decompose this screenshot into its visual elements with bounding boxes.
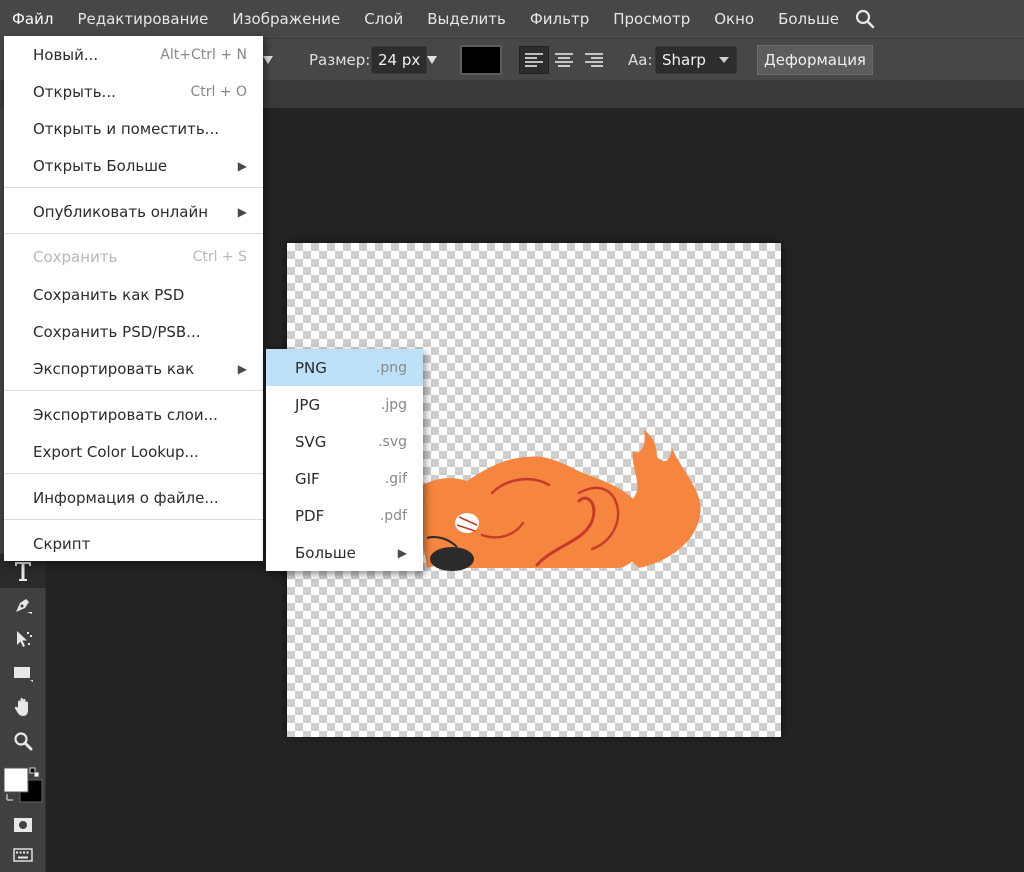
menu-divider — [4, 519, 263, 520]
format-label: JPG — [295, 395, 321, 414]
format-extension: .png — [375, 359, 407, 376]
menu-more[interactable]: Больше — [766, 0, 851, 38]
menu-window[interactable]: Окно — [702, 0, 766, 38]
size-value: 24 px — [378, 51, 421, 69]
menu-item-label: Сохранить PSD/PSB... — [33, 322, 201, 341]
menu-image[interactable]: Изображение — [220, 0, 352, 38]
format-label: GIF — [295, 469, 320, 488]
antialias-select[interactable]: Sharp — [655, 46, 737, 74]
menu-view[interactable]: Просмотр — [601, 0, 702, 38]
format-label: SVG — [295, 432, 327, 451]
submenu-arrow-icon: ▶ — [397, 545, 407, 560]
path-select-icon[interactable] — [0, 622, 46, 656]
pen-tool-icon[interactable] — [0, 588, 46, 622]
search-icon[interactable] — [853, 0, 877, 38]
size-label: Размер: — [309, 51, 371, 69]
export-jpg[interactable]: JPG .jpg — [266, 386, 423, 423]
align-right-icon[interactable] — [579, 46, 609, 74]
menu-item-file-info[interactable]: Информация о файле... — [4, 479, 263, 516]
format-extension: .pdf — [379, 507, 407, 524]
submenu-arrow-icon: ▶ — [237, 204, 247, 219]
export-as-submenu: PNG .png JPG .jpg SVG .svg GIF .gif PDF … — [266, 349, 423, 571]
antialias-label: Aa: — [628, 51, 653, 69]
submenu-arrow-icon: ▶ — [237, 361, 247, 376]
menu-item-save-as-psd[interactable]: Сохранить как PSD — [4, 276, 263, 313]
keyboard-icon[interactable] — [0, 838, 46, 872]
menu-item-script[interactable]: Скрипт — [4, 525, 263, 562]
menu-item-export-as[interactable]: Экспортировать как ▶ — [4, 350, 263, 387]
menu-item-save-psd-psb[interactable]: Сохранить PSD/PSB... — [4, 313, 263, 350]
menu-divider — [4, 187, 263, 188]
hand-tool-icon[interactable] — [0, 690, 46, 724]
menu-layer[interactable]: Слой — [352, 0, 415, 38]
zoom-tool-icon[interactable] — [0, 724, 46, 758]
export-gif[interactable]: GIF .gif — [266, 460, 423, 497]
menu-select[interactable]: Выделить — [415, 0, 518, 38]
quick-mask-icon[interactable] — [0, 808, 46, 842]
format-extension: .gif — [384, 470, 407, 487]
menu-item-label: Открыть Больше — [33, 156, 168, 175]
rectangle-tool-icon[interactable] — [0, 656, 46, 690]
menu-edit[interactable]: Редактирование — [65, 0, 220, 38]
menu-item-shortcut: Ctrl + O — [190, 83, 247, 100]
menu-item-label: Сохранить как PSD — [33, 285, 185, 304]
format-label: PNG — [295, 358, 327, 377]
size-dropdown-arrow-icon[interactable] — [426, 39, 438, 81]
menu-item-label: Сохранить — [33, 247, 118, 266]
menu-item-open-and-place[interactable]: Открыть и поместить... — [4, 110, 263, 147]
file-menu: Новый... Alt+Ctrl + N Открыть... Ctrl + … — [4, 36, 263, 561]
menu-divider — [4, 390, 263, 391]
menu-item-export-color-lookup[interactable]: Export Color Lookup... — [4, 433, 263, 470]
export-png[interactable]: PNG .png — [266, 349, 423, 386]
antialias-value: Sharp — [662, 51, 706, 69]
export-pdf[interactable]: PDF .pdf — [266, 497, 423, 534]
menu-item-export-layers[interactable]: Экспортировать слои... — [4, 396, 263, 433]
export-svg[interactable]: SVG .svg — [266, 423, 423, 460]
menu-item-shortcut: Ctrl + S — [192, 248, 247, 265]
squirrel-body — [416, 430, 701, 571]
menu-item-publish-online[interactable]: Опубликовать онлайн ▶ — [4, 193, 263, 230]
menu-item-open-more[interactable]: Открыть Больше ▶ — [4, 147, 263, 184]
submenu-arrow-icon: ▶ — [237, 158, 247, 173]
menu-filter[interactable]: Фильтр — [518, 0, 601, 38]
format-extension: .jpg — [380, 396, 407, 413]
color-swatches[interactable] — [3, 766, 46, 808]
menu-item-label: Экспортировать как — [33, 359, 195, 378]
menu-item-shortcut: Alt+Ctrl + N — [160, 46, 247, 63]
menu-item-label: Скрипт — [33, 534, 91, 553]
menu-item-open[interactable]: Открыть... Ctrl + O — [4, 73, 263, 110]
menu-item-save: Сохранить Ctrl + S — [4, 238, 263, 275]
menubar: Файл Редактирование Изображение Слой Выд… — [0, 0, 1024, 38]
font-dropdown-arrow-icon[interactable] — [262, 39, 274, 81]
menu-item-label: Открыть и поместить... — [33, 119, 219, 138]
chevron-down-icon — [719, 57, 729, 63]
format-extension: .svg — [378, 433, 407, 450]
text-color-swatch[interactable] — [460, 45, 502, 75]
menu-divider — [4, 233, 263, 234]
format-label: Больше — [295, 543, 356, 562]
menu-item-new[interactable]: Новый... Alt+Ctrl + N — [4, 36, 263, 73]
menu-item-label: Открыть... — [33, 82, 116, 101]
menu-item-label: Export Color Lookup... — [33, 442, 199, 461]
format-label: PDF — [295, 506, 325, 525]
menu-item-label: Новый... — [33, 45, 99, 64]
align-left-icon[interactable] — [519, 46, 549, 74]
menu-item-label: Экспортировать слои... — [33, 405, 218, 424]
align-center-icon[interactable] — [549, 46, 579, 74]
export-more[interactable]: Больше ▶ — [266, 534, 423, 571]
menu-item-label: Опубликовать онлайн — [33, 202, 209, 221]
menu-divider — [4, 473, 263, 474]
size-input[interactable]: 24 px — [371, 46, 428, 74]
warp-button[interactable]: Деформация — [757, 45, 873, 75]
menu-item-label: Информация о файле... — [33, 488, 219, 507]
menu-file[interactable]: Файл — [0, 0, 65, 38]
